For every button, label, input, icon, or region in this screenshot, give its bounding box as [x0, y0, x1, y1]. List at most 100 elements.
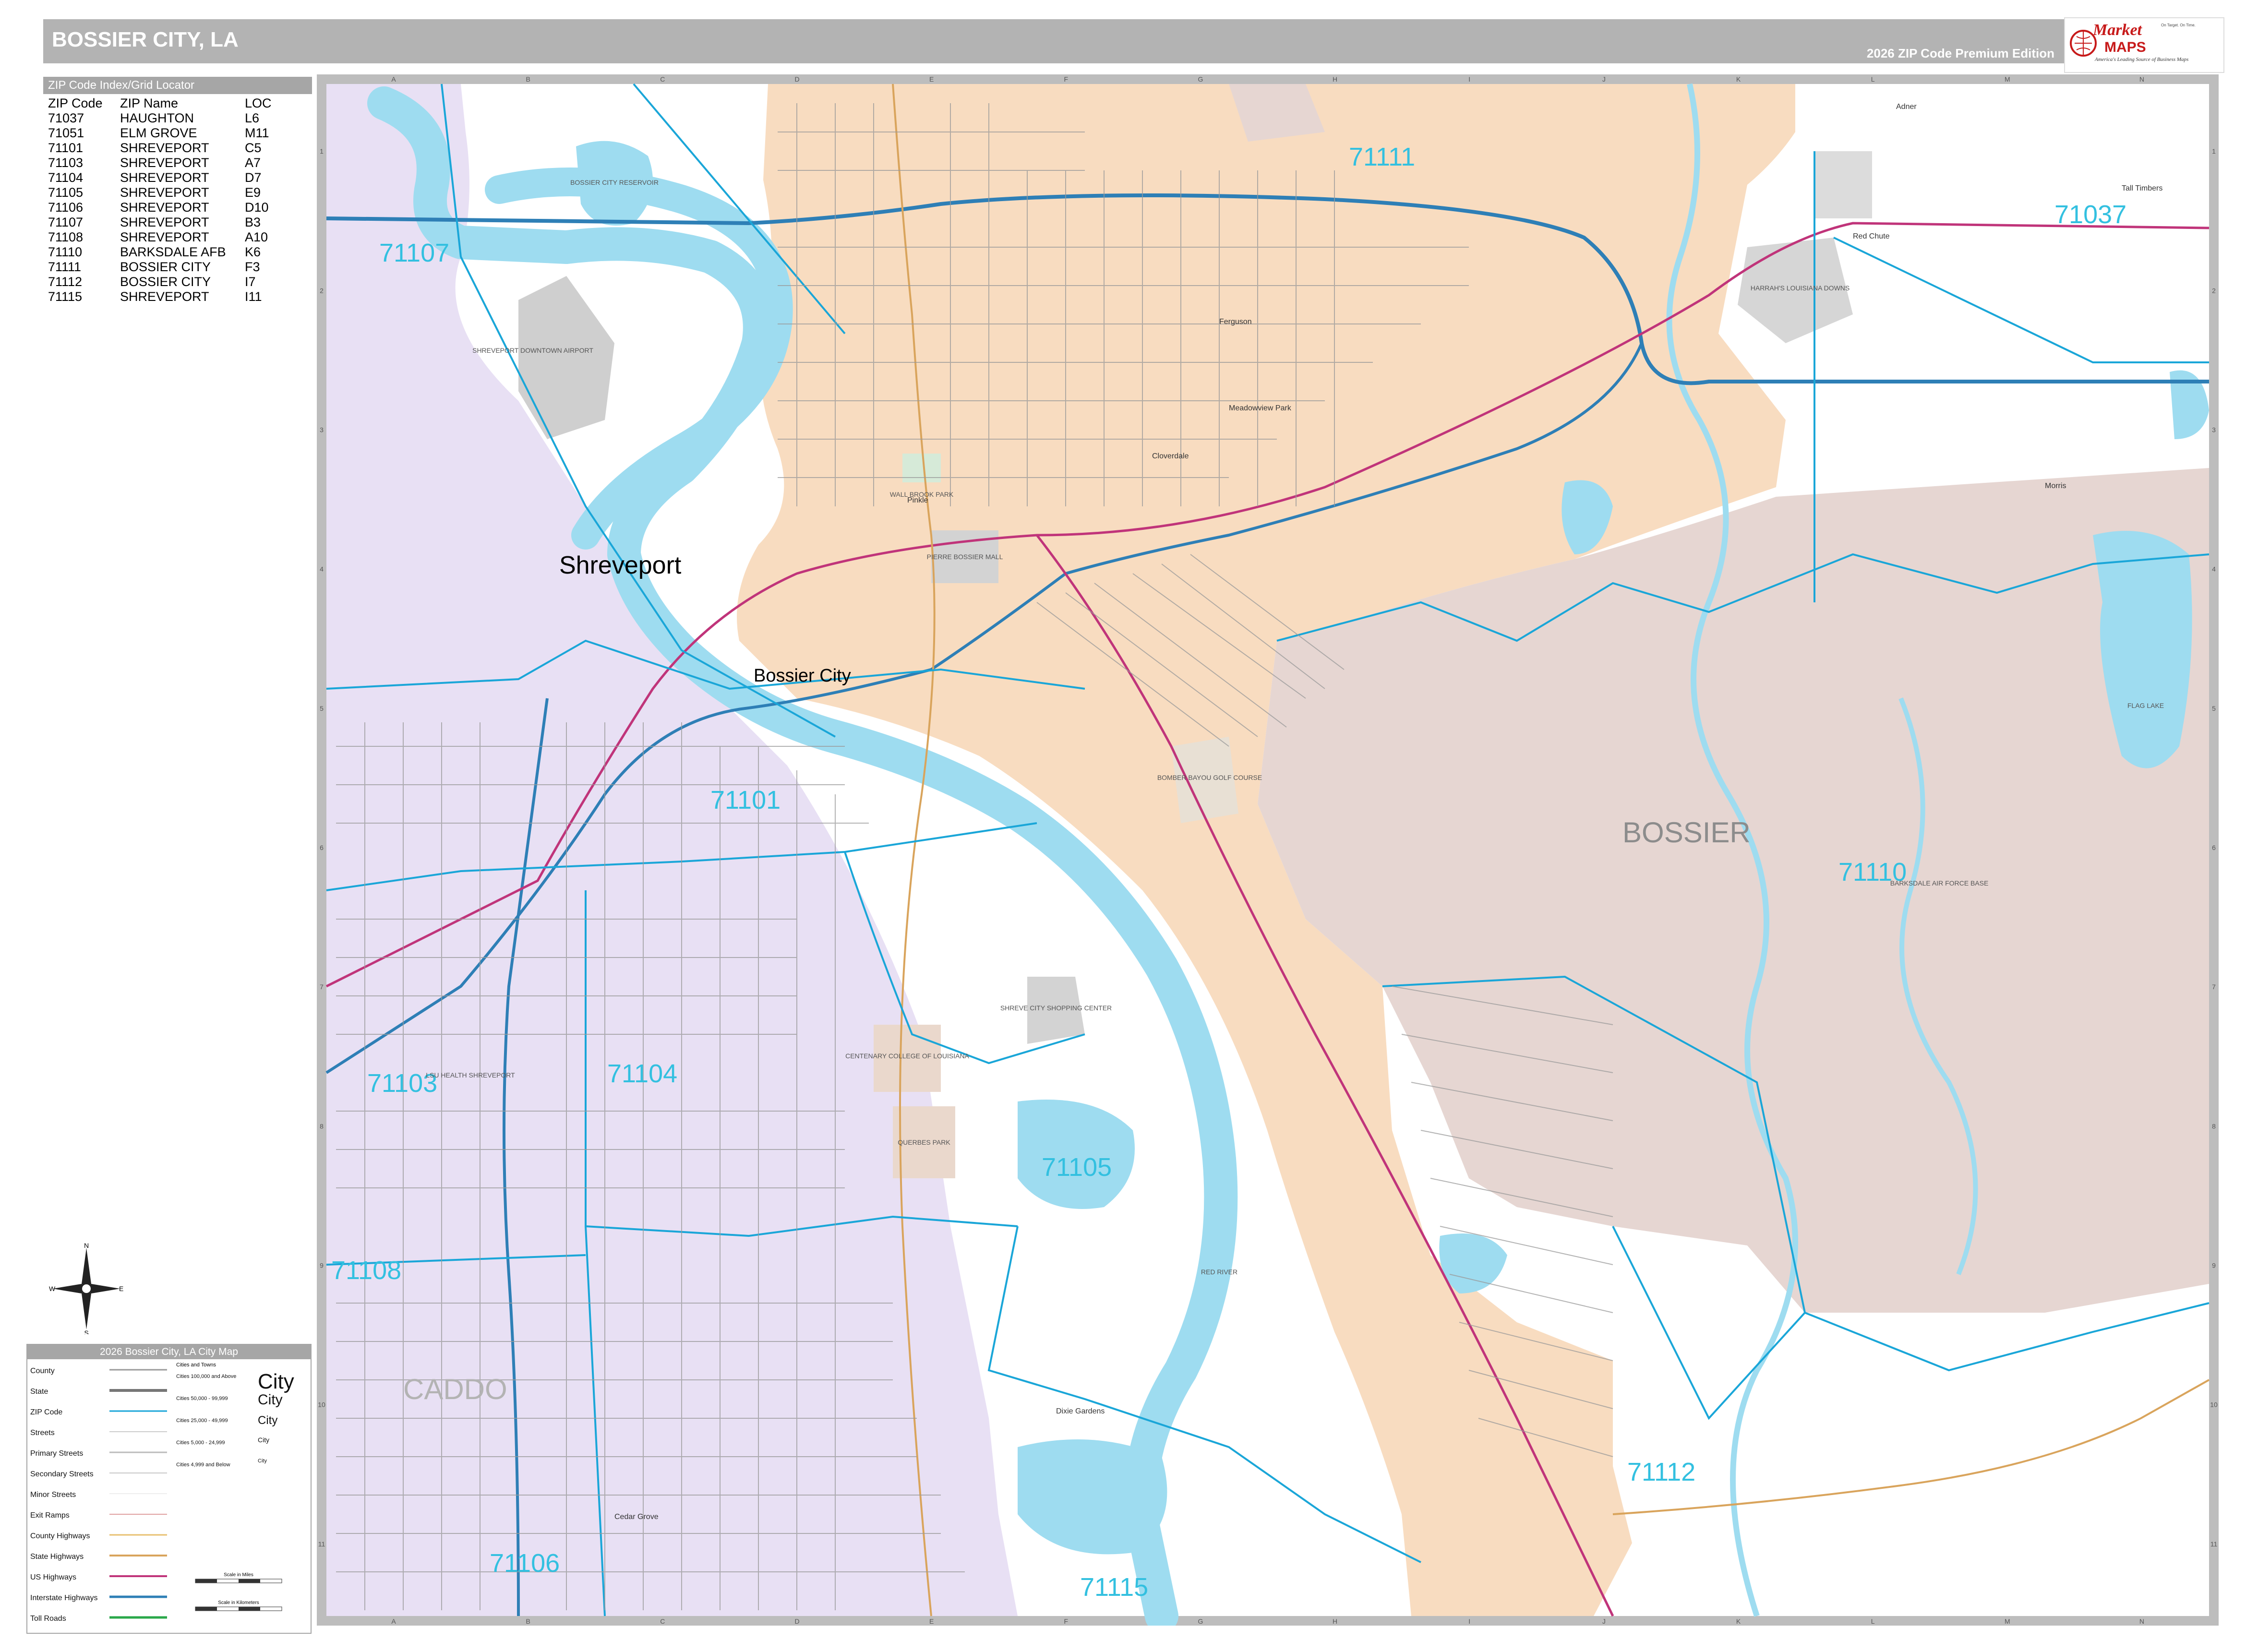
landmark-centenary-college: CENTENARY COLLEGE OF LOUISIANA — [845, 1052, 969, 1060]
brand-name-market: Market — [2093, 21, 2142, 39]
zip-label-71037: 71037 — [2054, 200, 2126, 229]
zip-loc-cell: I7 — [245, 275, 256, 289]
grid-row-label: 7 — [320, 983, 324, 991]
grid-row-labels-left: 1 2 3 4 5 6 7 8 9 10 11 — [318, 147, 325, 1548]
legend-line-sample — [109, 1493, 167, 1494]
compass-rose-icon: N S W E — [49, 1243, 123, 1334]
grid-row-label: 6 — [320, 844, 324, 851]
legend-city-row: Cities 100,000 and Above City — [176, 1370, 306, 1393]
grid-column-label: F — [1064, 1617, 1069, 1625]
zip-label-71108: 71108 — [331, 1256, 401, 1285]
zip-label-71112: 71112 — [1627, 1458, 1695, 1486]
grid-row-label: 9 — [2212, 1262, 2216, 1269]
grid-row-label: 3 — [2212, 426, 2216, 433]
city-label-bossier-city: Bossier City — [754, 666, 851, 686]
grid-row-label: 8 — [2212, 1122, 2216, 1130]
legend-line-sample — [109, 1431, 167, 1432]
legend-row: Interstate Highways — [30, 1589, 179, 1608]
scale-miles-label: Scale in Miles — [224, 1572, 253, 1578]
landmark-wall-brook-park: WALL BROOK PARK — [890, 491, 954, 498]
grid-row-label: 2 — [320, 287, 324, 294]
grid-column-label: I — [1468, 1617, 1470, 1625]
legend-row: State — [30, 1383, 179, 1402]
legend-item-label: Primary Streets — [30, 1449, 84, 1458]
edition-label: 2026 ZIP Code Premium Edition — [1866, 46, 2054, 60]
legend-item-label: County — [30, 1367, 55, 1375]
zip-table-row: 71110 BARKSDALE AFB K6 — [48, 245, 293, 260]
legend-row: Primary Streets — [30, 1445, 179, 1464]
place-label-red-chute: Red Chute — [1853, 232, 1890, 240]
zip-label-71111: 71111 — [1349, 143, 1415, 171]
zip-name-cell: ELM GROVE — [120, 126, 197, 140]
grid-column-label: E — [929, 75, 934, 83]
zip-code-cell: 71105 — [48, 185, 84, 200]
zip-code-cell: 71103 — [48, 156, 84, 170]
grid-column-label: C — [660, 1617, 665, 1625]
zip-index-table: ZIP Code ZIP Name LOC 71037 HAUGHTON L6 710… — [48, 96, 293, 304]
name-column-header: ZIP Name — [120, 96, 179, 110]
legend-line-sample — [109, 1369, 167, 1371]
zip-table-row: 71104 SHREVEPORT D7 — [48, 170, 293, 185]
zip-code-cell: 71106 — [48, 200, 84, 215]
zip-table-row: 71115 SHREVEPORT I11 — [48, 289, 293, 304]
hillcrest-memorial-park — [1814, 151, 1872, 218]
legend-row: State Highways — [30, 1548, 179, 1567]
zip-code-cell: 71037 — [48, 111, 84, 125]
grid-row-label: 1 — [320, 147, 324, 155]
legend-line-sample — [109, 1534, 167, 1536]
zip-label-71105: 71105 — [1042, 1153, 1112, 1182]
map-canvas[interactable]: ABCDEFGHIJKLMN ABCDEFGHIJKLMN 1234567891… — [317, 74, 2219, 1626]
county-label-caddo: CADDO — [403, 1373, 507, 1405]
legend-item-label: Minor Streets — [30, 1491, 76, 1499]
legend-line-sample — [109, 1555, 167, 1556]
zip-table-row: 71106 SHREVEPORT D10 — [48, 200, 293, 215]
grid-row-label: 10 — [2210, 1401, 2218, 1409]
legend-row: ZIP Code — [30, 1403, 179, 1423]
zip-loc-cell: E9 — [245, 185, 261, 200]
place-label-cedar-grove: Cedar Grove — [614, 1513, 659, 1521]
zip-loc-cell: A10 — [245, 230, 268, 244]
brand-name-maps: MAPS — [2104, 39, 2146, 55]
zip-table-header-row: ZIP Code ZIP Name LOC — [48, 96, 293, 111]
legend-line-sample — [109, 1451, 167, 1453]
zip-name-cell: SHREVEPORT — [120, 215, 209, 229]
legend-row: Minor Streets — [30, 1486, 179, 1505]
legend-line-sample — [109, 1575, 167, 1577]
legend-item-label: Exit Ramps — [30, 1511, 70, 1520]
zip-loc-cell: D7 — [245, 170, 262, 185]
landmark-shreve-city: SHREVE CITY SHOPPING CENTER — [1000, 1004, 1112, 1012]
grid-column-label: B — [526, 75, 530, 83]
zip-code-cell: 71101 — [48, 141, 84, 155]
legend-item-label: ZIP Code — [30, 1408, 63, 1416]
legend-city-sample: City — [258, 1414, 278, 1427]
grid-column-label: L — [1871, 1617, 1875, 1625]
landmark-downtown-airport: SHREVEPORT DOWNTOWN AIRPORT — [472, 347, 593, 354]
zip-code-cell: 71104 — [48, 170, 84, 185]
zip-loc-cell: C5 — [245, 141, 262, 155]
zip-name-cell: BOSSIER CITY — [120, 260, 211, 274]
legend-city-desc: Cities 50,000 - 99,999 — [176, 1396, 228, 1401]
zip-code-cell: 71111 — [48, 260, 82, 274]
legend-city-desc: Cities 100,000 and Above — [176, 1374, 237, 1379]
legend-line-sample — [109, 1472, 167, 1473]
legend-item-label: State Highways — [30, 1553, 84, 1561]
map-title: BOSSIER CITY, LA — [52, 28, 239, 51]
grid-row-label: 4 — [320, 565, 324, 573]
brand-slogan: On Target. On Time. — [2161, 23, 2196, 27]
zip-name-cell: SHREVEPORT — [120, 289, 209, 304]
grid-row-label: 2 — [2212, 287, 2216, 294]
zip-index-panel: ZIP Code Index/Grid Locator ZIP Code ZIP… — [43, 77, 312, 1325]
compass-south: S — [84, 1329, 88, 1334]
legend-city-sample: City — [258, 1392, 283, 1408]
zip-loc-cell: I11 — [245, 289, 262, 304]
legend-city-sample: City — [258, 1436, 270, 1444]
grid-column-label: I — [1468, 75, 1470, 83]
legend-row: Streets — [30, 1424, 179, 1443]
grid-row-label: 5 — [320, 705, 324, 712]
zip-label-71115: 71115 — [1080, 1573, 1148, 1602]
legend-row: County — [30, 1362, 179, 1381]
place-label-meadowview-park: Meadowview Park — [1229, 404, 1292, 412]
legend-line-sample — [109, 1410, 167, 1412]
zip-table-row: 71101 SHREVEPORT C5 — [48, 141, 293, 156]
compass-west: W — [49, 1285, 56, 1293]
